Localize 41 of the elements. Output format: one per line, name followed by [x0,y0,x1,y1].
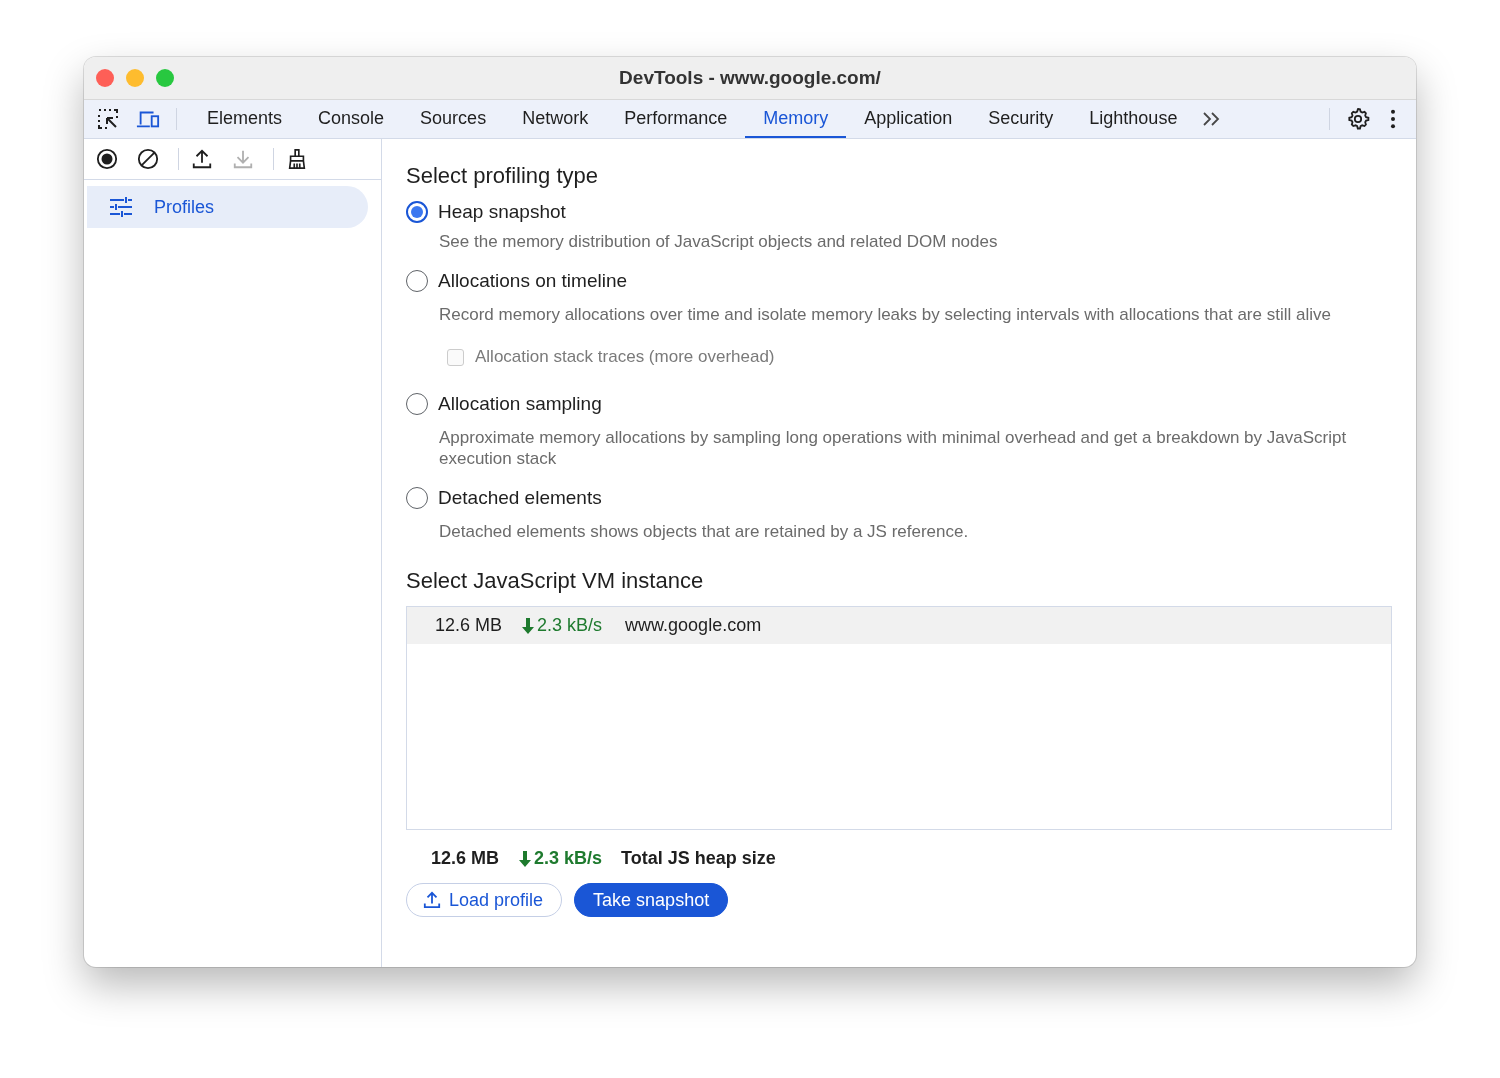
panel-tab[interactable]: Application [846,100,971,138]
heap-rate: 2.3 kB/s [534,848,603,869]
option-description: Record memory allocations over time and isolate memory leaks by selecting intervals with allocations that are still alive [439,304,1332,325]
profiling-option[interactable]: Allocation sampling [406,393,602,415]
option-description: See the memory distribution of JavaScript objects and related DOM nodes [439,231,999,252]
profiling-option[interactable]: Detached elements [406,487,602,509]
close-button[interactable] [96,69,114,87]
panel-tab[interactable]: Sources [402,100,505,138]
profiling-option[interactable]: Heap snapshot [406,201,566,223]
upload-icon[interactable] [191,148,213,170]
section-heading: Select JavaScript VM instance [406,568,705,594]
panel-tab[interactable]: Security [970,100,1072,138]
upload-icon [423,891,441,909]
heap-size-label: Total JS heap size [621,848,776,869]
panel-tab[interactable]: Console [300,100,403,138]
panel-tab[interactable]: Performance [606,100,746,138]
option-description: Approximate memory allocations by sampling long operations with minimal overhead and get a breakdown by JavaScript execution stack [439,427,1348,469]
profiling-option[interactable]: Allocations on timeline [406,270,628,292]
down-arrow-icon [519,850,532,867]
down-arrow-icon [522,617,535,634]
panel-tab[interactable]: Network [504,100,607,138]
load-profile-button[interactable]: Load profile [406,883,563,917]
broom-icon[interactable] [286,148,308,170]
section-heading: Select profiling type [406,163,599,189]
panel-tab[interactable]: Memory [745,100,847,138]
more-tabs-icon[interactable] [1201,111,1222,127]
panel-tab[interactable]: Lighthouse [1071,100,1196,138]
heap-size: 12.6 MB [431,848,500,869]
radio-button[interactable] [406,201,428,223]
window-title: DevTools - www.google.com/ [619,67,881,89]
record-icon[interactable] [96,148,118,170]
settings-icon[interactable] [1346,107,1370,131]
panel-tab[interactable]: Elements [189,100,301,138]
take-snapshot-button[interactable]: Take snapshot [574,883,729,917]
menu-icon[interactable] [1390,109,1396,129]
profiles-item[interactable]: Profiles [87,186,368,228]
option-description: Detached elements shows objects that are retained by a JS reference. [439,521,970,542]
clear-icon[interactable] [137,148,159,170]
sliders-icon [109,196,133,218]
vm-instance-row[interactable]: 12.6 MB 2.3 kB/s www.google.com [407,607,1391,644]
inspect-icon[interactable] [96,107,120,131]
